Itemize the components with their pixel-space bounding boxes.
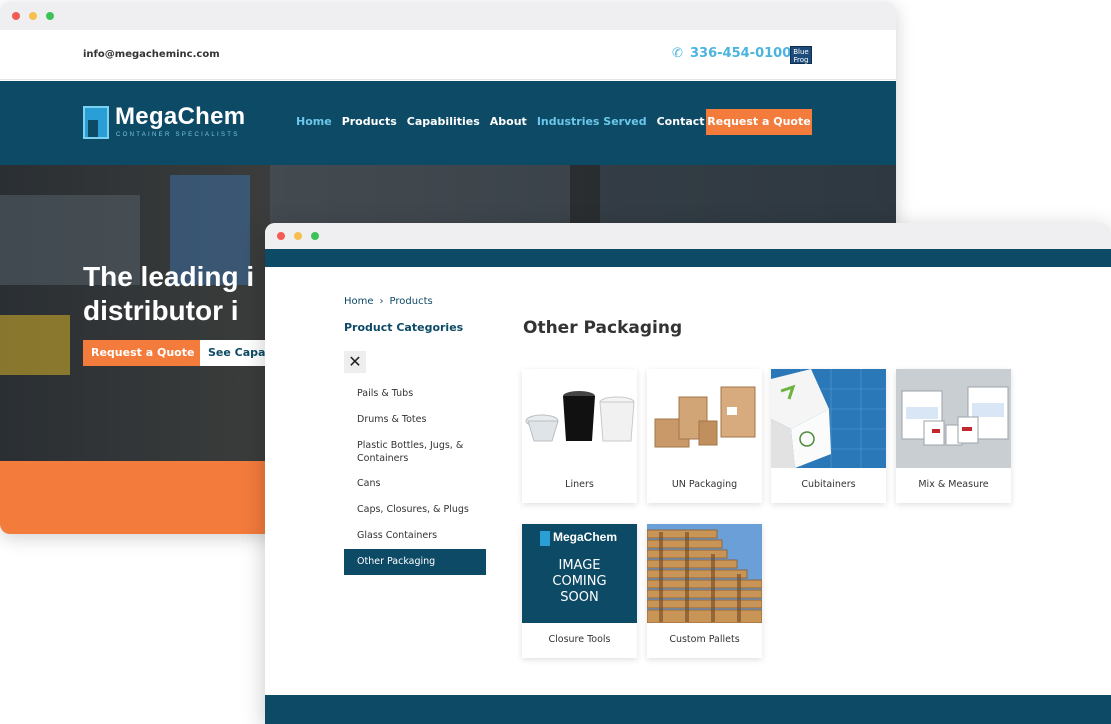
cubitainers-image [771, 369, 886, 468]
request-quote-button[interactable]: Request a Quote [706, 109, 812, 135]
product-card-liners[interactable]: Liners [522, 369, 637, 503]
category-item-glass-containers[interactable]: Glass Containers [344, 523, 486, 549]
phone-icon: ✆ [672, 46, 683, 61]
product-label: Liners [565, 479, 594, 490]
category-item-pails-tubs[interactable]: Pails & Tubs [344, 381, 486, 407]
maximize-window-dot[interactable] [46, 12, 54, 20]
close-icon[interactable]: ✕ [344, 351, 366, 373]
category-list: Pails & Tubs Drums & Totes Plastic Bottl… [344, 381, 486, 575]
logo-name: MegaChem [115, 103, 246, 130]
product-categories-heading: Product Categories [344, 321, 464, 334]
hero-title: The leading i distributor i [83, 261, 255, 326]
primary-nav: Home Products Capabilities About Industr… [296, 115, 705, 128]
logo-tagline: CONTAINER SPECIALISTS [116, 132, 240, 138]
hero-photo-drums [0, 315, 70, 375]
nav-capabilities[interactable]: Capabilities [407, 115, 480, 128]
un-packaging-image [647, 369, 762, 468]
site-logo[interactable]: MegaChem CONTAINER SPECIALISTS [83, 103, 263, 143]
maximize-window-dot[interactable] [311, 232, 319, 240]
nav-industries-served[interactable]: Industries Served [537, 115, 647, 128]
custom-pallets-image [647, 524, 762, 623]
close-window-dot[interactable] [12, 12, 20, 20]
close-window-dot[interactable] [277, 232, 285, 240]
phone-link[interactable]: ✆ 336-454-0100 [672, 46, 791, 61]
breadcrumb-chevron-icon: › [379, 296, 384, 307]
category-item-other-packaging[interactable]: Other Packaging [344, 549, 486, 575]
product-label: Cubitainers [801, 479, 856, 490]
product-label: Closure Tools [548, 634, 611, 645]
placeholder-logo-mark-icon [540, 531, 550, 546]
phone-number: 336-454-0100 [690, 46, 792, 61]
page-title: Other Packaging [523, 318, 683, 338]
window-titlebar [265, 223, 1111, 249]
front-browser-window: Home › Products Product Categories ✕ Pails… [265, 223, 1111, 724]
hero-request-quote-button[interactable]: Request a Quote [83, 340, 203, 366]
window-titlebar [0, 2, 896, 30]
nav-products[interactable]: Products [342, 115, 397, 128]
nav-contact[interactable]: Contact [657, 115, 705, 128]
category-item-cans[interactable]: Cans [344, 471, 486, 497]
minimize-window-dot[interactable] [294, 232, 302, 240]
product-label: Custom Pallets [669, 634, 740, 645]
image-coming-soon-placeholder: MegaChem IMAGE COMING SOON [522, 524, 637, 623]
breadcrumb: Home › Products [344, 296, 433, 307]
contact-topbar: info@megacheminc.com ✆ 336-454-0100 Blue … [0, 30, 896, 80]
email-link[interactable]: info@megacheminc.com [83, 49, 220, 60]
product-card-un-packaging[interactable]: UN Packaging [647, 369, 762, 503]
placeholder-text: IMAGE COMING SOON [552, 558, 607, 605]
front-navbar-strip [265, 249, 1111, 267]
liners-image [522, 369, 637, 468]
hero-photo-shelf [600, 165, 896, 225]
mix-measure-image [896, 369, 1011, 468]
nav-about[interactable]: About [490, 115, 527, 128]
footer-strip [265, 695, 1111, 724]
placeholder-logo: MegaChem [553, 530, 618, 544]
blue-frog-badge[interactable]: Blue Frog [790, 46, 812, 64]
category-item-plastic-bottles[interactable]: Plastic Bottles, Jugs, & Containers [344, 433, 486, 471]
nav-home[interactable]: Home [296, 115, 332, 128]
minimize-window-dot[interactable] [29, 12, 37, 20]
product-card-custom-pallets[interactable]: Custom Pallets [647, 524, 762, 658]
logo-mark-icon [83, 106, 109, 139]
breadcrumb-home-link[interactable]: Home [344, 296, 374, 307]
hero-photo-shelf [270, 165, 570, 225]
product-label: Mix & Measure [918, 479, 989, 490]
main-navbar: MegaChem CONTAINER SPECIALISTS Home Prod… [0, 81, 896, 165]
product-card-cubitainers[interactable]: Cubitainers [771, 369, 886, 503]
breadcrumb-products-link[interactable]: Products [390, 296, 433, 307]
category-item-caps-closures[interactable]: Caps, Closures, & Plugs [344, 497, 486, 523]
product-label: UN Packaging [671, 479, 738, 490]
product-card-closure-tools[interactable]: MegaChem IMAGE COMING SOON Closure Tools [522, 524, 637, 658]
product-card-mix-measure[interactable]: Mix & Measure [896, 369, 1011, 503]
category-item-drums-totes[interactable]: Drums & Totes [344, 407, 486, 433]
